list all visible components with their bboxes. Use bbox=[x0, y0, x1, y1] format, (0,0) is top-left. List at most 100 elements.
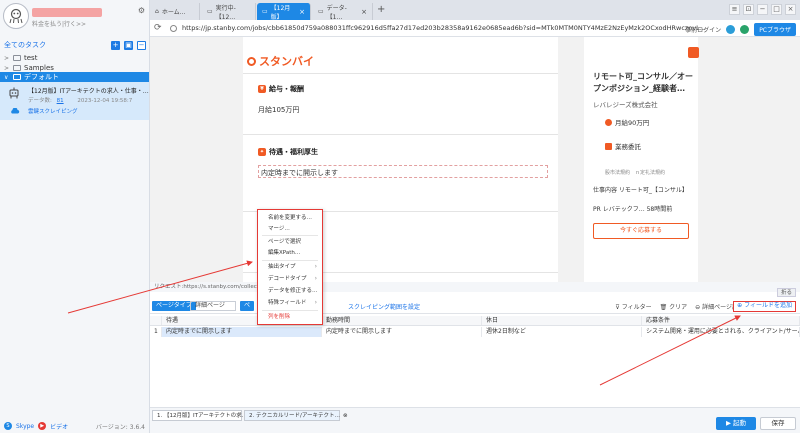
add-field-button[interactable]: ⊕ フィールドを追加 bbox=[733, 301, 796, 312]
menu-item-merge[interactable]: マージ… bbox=[258, 224, 321, 234]
column-header[interactable]: 休日 bbox=[482, 316, 642, 325]
save-button[interactable]: 保存 bbox=[760, 417, 796, 430]
table-cell[interactable]: 内定時までに開示します bbox=[322, 327, 482, 337]
collapse-tree-icon[interactable]: − bbox=[137, 40, 146, 50]
apply-button[interactable]: 今すぐ応募する bbox=[593, 223, 689, 239]
column-header[interactable]: 勤務時間 bbox=[322, 316, 482, 325]
robot-icon bbox=[9, 87, 19, 99]
task-item[interactable]: 【12月版】ITアーキテクトの求人・仕事・… データ数: 81 2023-12-… bbox=[0, 82, 149, 120]
close-icon[interactable]: × bbox=[299, 8, 305, 16]
all-tasks-title[interactable]: 全てのタスク bbox=[4, 40, 46, 50]
task-meta: データ数: 81 2023-12-04 19:58:7 bbox=[28, 96, 132, 104]
menu-label: データを修正する… bbox=[268, 288, 318, 294]
row-number: 1 bbox=[150, 327, 162, 337]
minimize-icon[interactable]: − bbox=[757, 4, 768, 15]
menu-item-special-field[interactable]: 特殊フィールド › bbox=[258, 298, 321, 308]
menu-item-extract-type[interactable]: 抽出タイプ › bbox=[258, 262, 321, 272]
row-number-header bbox=[150, 316, 162, 325]
close-icon[interactable]: × bbox=[361, 8, 367, 16]
divider bbox=[243, 73, 558, 74]
menu-item-decode-type[interactable]: デコードタイプ › bbox=[258, 274, 321, 284]
close-window-icon[interactable]: × bbox=[785, 4, 796, 15]
task-title: 【12月版】ITアーキテクトの求人・仕事・… bbox=[28, 88, 149, 95]
chevron-right-icon: › bbox=[314, 263, 317, 270]
side-pr: PR レバテックフ… 58時間前 bbox=[593, 206, 673, 213]
column-header[interactable]: 応募条件 bbox=[642, 316, 800, 325]
menu-item-delete-column[interactable]: 列を削除 bbox=[258, 312, 321, 322]
clear-label: クリア bbox=[669, 304, 688, 311]
settings-icon[interactable]: ⚙ bbox=[138, 6, 145, 15]
tasks-header: 全てのタスク + ▣ − bbox=[4, 40, 146, 50]
menu-item-edit-xpath[interactable]: 編集XPath… bbox=[258, 248, 321, 258]
filter-button[interactable]: ⊽ フィルター bbox=[615, 302, 651, 311]
scrape-range-link[interactable]: スクレイピング範囲を設定 bbox=[348, 302, 420, 311]
tab-label: データ- 【1… bbox=[326, 4, 347, 21]
tab-running[interactable]: ▭ 実行中- 【12… bbox=[202, 3, 256, 21]
folder-icon bbox=[13, 65, 21, 71]
tab-home[interactable]: ⌂ ホーム… bbox=[150, 3, 200, 20]
table-cell[interactable]: システム開発・運用に必要とされる、クライアント/サーバ開発サ… bbox=[642, 327, 800, 337]
task-count-link[interactable]: 81 bbox=[57, 98, 64, 104]
run-button[interactable]: ▶ 起動 bbox=[716, 417, 756, 430]
salary-body: 月給105万円 bbox=[258, 106, 300, 114]
collapse-button[interactable]: 折る bbox=[776, 288, 796, 297]
job-side-card: リモート可_コンサル／オープンポジション_経験者… レバレジーズ株式会社 月給9… bbox=[584, 37, 699, 282]
account-upgrade-link[interactable]: 料金を払う|行く>> bbox=[32, 19, 86, 28]
stanby-logo[interactable]: スタンバイ bbox=[247, 53, 314, 69]
tab-data[interactable]: ▭ データ- 【1… × bbox=[313, 3, 373, 21]
sidebar: 料金を払う|行く>> ⚙ 全てのタスク + ▣ − > test > Sampl… bbox=[0, 0, 150, 433]
reload-icon[interactable]: ⟳ bbox=[154, 23, 162, 33]
web-viewport: スタンバイ ¥ 給与・報酬 月給105万円 ✦ 待遇・福利厚生 内定時までに開示… bbox=[150, 37, 800, 282]
menu-item-rename[interactable]: 名前を変更する… bbox=[258, 213, 321, 223]
benefits-body-selected[interactable]: 内定時までに開示します bbox=[258, 165, 548, 178]
brand-mark-icon bbox=[247, 56, 256, 66]
table-row[interactable]: 1 内定時までに開示します 内定時までに開示します 週休2日制など システム開発… bbox=[150, 327, 800, 337]
menu-item-select-on-page[interactable]: ページで選択 bbox=[258, 237, 321, 247]
workflow-tab-2[interactable]: 2. テクニカルリード/アーキテクト… ⊗ bbox=[244, 410, 348, 421]
contract-icon bbox=[605, 142, 612, 150]
user-agent-icon[interactable] bbox=[726, 25, 736, 34]
menu-item-modify-data[interactable]: データを修正する… bbox=[258, 286, 321, 296]
menu-label: 名前を変更する… bbox=[268, 215, 313, 221]
page-icon: ▭ bbox=[318, 8, 324, 15]
menu-label: 特殊フィールド bbox=[268, 300, 307, 306]
menu-label: マージ… bbox=[268, 226, 290, 232]
tab-label: 実行中- 【12… bbox=[215, 4, 236, 21]
side-mini-text: 股市法規約 ｎ定礼法規約 bbox=[605, 170, 666, 176]
url-tools: 事前ログイン PCブラウザ bbox=[685, 23, 796, 36]
side-job-title[interactable]: リモート可_コンサル／オープンポジション_経験者… bbox=[593, 71, 693, 95]
pre-login-button[interactable]: 事前ログイン bbox=[685, 25, 721, 34]
clear-button[interactable]: 🗑 クリア bbox=[660, 302, 688, 311]
new-tab-icon[interactable]: + bbox=[377, 4, 385, 15]
workflow-tab-1[interactable]: 1. 【12月版】ITアーキテクトの求… bbox=[152, 410, 247, 421]
tab-label: 1. 【12月版】ITアーキテクトの求… bbox=[157, 413, 248, 419]
tab-current[interactable]: ▭ 【12月版】 × bbox=[257, 3, 311, 21]
chevron-right-icon: › bbox=[314, 275, 317, 282]
menu-label: 編集XPath… bbox=[268, 250, 301, 256]
field-toolbar: ページタイプ 詳細ページ ペ スクレイピング範囲を設定 ⊽ フィルター 🗑 クリ… bbox=[150, 298, 800, 314]
cloud-scrape-link[interactable]: 雲鍵スクレイピング bbox=[28, 107, 78, 115]
video-icon[interactable]: ▶ bbox=[38, 422, 47, 430]
yen-icon bbox=[605, 118, 612, 126]
tree-folder-default[interactable]: ∨ デフォルト bbox=[0, 72, 149, 82]
pin-icon[interactable]: ⊡ bbox=[743, 4, 754, 15]
grid-header: 待遇 勤務時間 休日 応募条件 bbox=[150, 316, 800, 326]
proxy-icon[interactable] bbox=[740, 25, 750, 34]
table-cell[interactable]: 週休2日制など bbox=[482, 327, 642, 337]
version-label: バージョン: 3.6.4 bbox=[95, 423, 145, 431]
maximize-icon[interactable]: □ bbox=[771, 4, 782, 15]
tree-folder-test[interactable]: > test bbox=[0, 53, 149, 63]
url-input[interactable]: https://jp.stanby.com/jobs/cbb61850d759a… bbox=[182, 24, 706, 32]
import-icon[interactable]: ▣ bbox=[124, 40, 133, 50]
new-folder-icon[interactable]: + bbox=[111, 40, 120, 50]
skype-link[interactable]: Skype bbox=[16, 423, 34, 430]
page-type-select[interactable]: 詳細ページ bbox=[190, 301, 236, 311]
tab-label: 2. テクニカルリード/アーキテクト… bbox=[249, 413, 341, 419]
menu-label: ページで選択 bbox=[268, 239, 301, 245]
pc-browser-button[interactable]: PCブラウザ bbox=[754, 23, 796, 36]
close-icon[interactable]: ⊗ bbox=[343, 413, 348, 419]
skype-icon[interactable]: S bbox=[4, 422, 12, 430]
table-cell[interactable]: 内定時までに開示します bbox=[162, 327, 322, 337]
menu-icon[interactable]: ≡ bbox=[729, 4, 740, 15]
video-link[interactable]: ビデオ bbox=[50, 422, 68, 431]
